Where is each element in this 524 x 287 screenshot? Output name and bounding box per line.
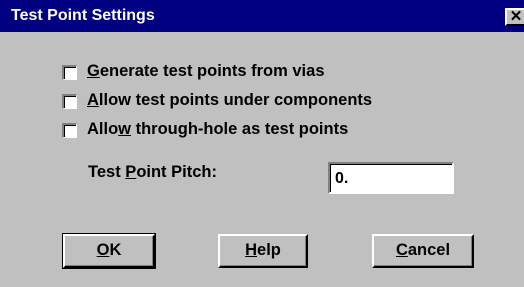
dialog-title: Test Point Settings	[11, 7, 155, 24]
cancel-button[interactable]: Cancel	[372, 234, 474, 268]
test-point-pitch-input[interactable]: 0.	[328, 162, 454, 194]
close-button[interactable]: ✕	[505, 8, 524, 26]
title-bar[interactable]: Test Point Settings ✕	[0, 0, 524, 32]
generate-from-vias-label[interactable]: Generate test points from vias	[87, 62, 325, 81]
allow-under-components-label[interactable]: Allow test points under components	[87, 91, 372, 110]
test-point-settings-dialog: Test Point Settings ✕ Generate test poin…	[0, 0, 524, 287]
allow-through-hole-label[interactable]: Allow through-hole as test points	[87, 120, 348, 139]
allow-through-hole-checkbox[interactable]	[62, 123, 77, 138]
help-button[interactable]: Help	[218, 234, 308, 268]
allow-under-components-checkbox[interactable]	[62, 94, 77, 109]
close-icon: ✕	[509, 8, 523, 25]
ok-button[interactable]: OK	[62, 233, 156, 269]
generate-from-vias-checkbox[interactable]	[62, 65, 77, 80]
test-point-pitch-label: Test Point Pitch:	[88, 163, 217, 181]
